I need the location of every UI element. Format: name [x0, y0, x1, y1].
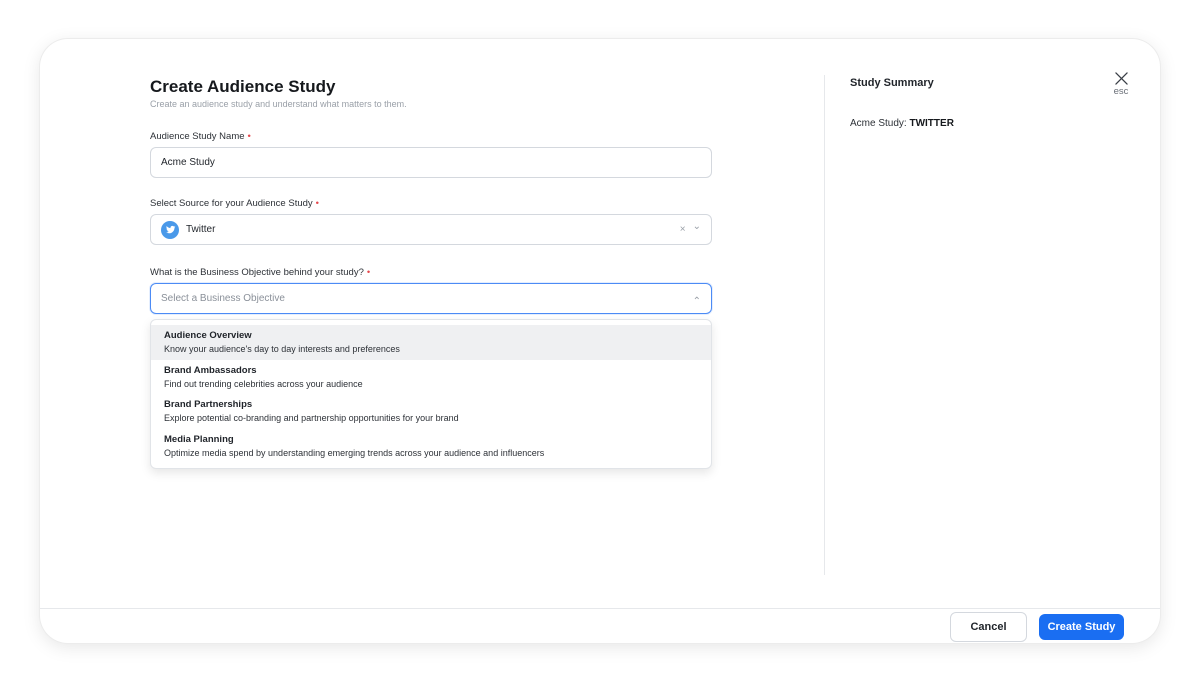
summary-study-source: TWITTER: [909, 118, 954, 129]
study-name-input[interactable]: Acme Study: [150, 147, 712, 178]
option-brand-ambassadors[interactable]: Brand Ambassadors Find out trending cele…: [151, 360, 711, 395]
objective-label: What is the Business Objective behind yo…: [150, 267, 370, 278]
study-name-label-text: Audience Study Name: [150, 131, 245, 142]
clear-icon[interactable]: ×: [680, 224, 686, 235]
study-summary-line: Acme Study: TWITTER: [850, 118, 954, 129]
required-mark: •: [247, 131, 251, 142]
objective-controls: ⌃: [693, 284, 701, 313]
objective-dropdown-menu: Audience Overview Know your audience's d…: [150, 319, 712, 469]
create-study-button[interactable]: Create Study: [1039, 614, 1124, 640]
create-audience-study-modal: Create Audience Study Create an audience…: [40, 39, 1160, 643]
source-label: Select Source for your Audience Study •: [150, 198, 319, 209]
page-title: Create Audience Study: [150, 77, 336, 96]
source-controls: × ⌄: [680, 215, 701, 244]
option-title: Brand Partnerships: [164, 399, 253, 410]
study-name-label: Audience Study Name •: [150, 131, 251, 142]
study-summary-title: Study Summary: [850, 77, 934, 89]
pane-divider: [824, 75, 825, 575]
option-description: Know your audience's day to day interest…: [164, 344, 400, 354]
objective-placeholder: Select a Business Objective: [161, 293, 285, 304]
option-title: Media Planning: [164, 433, 234, 445]
chevron-down-icon[interactable]: ⌄: [693, 221, 701, 232]
option-description: Find out trending celebrities across you…: [164, 378, 363, 389]
required-mark: •: [315, 198, 319, 209]
option-description: Explore potential co-branding and partne…: [164, 413, 459, 423]
source-label-text: Select Source for your Audience Study: [150, 198, 313, 209]
page-subtitle: Create an audience study and understand …: [150, 99, 407, 109]
option-audience-overview[interactable]: Audience Overview Know your audience's d…: [151, 325, 711, 360]
chevron-up-icon[interactable]: ⌃: [693, 296, 701, 307]
option-title: Brand Ambassadors: [164, 364, 257, 376]
cancel-button[interactable]: Cancel: [950, 612, 1027, 642]
objective-label-text: What is the Business Objective behind yo…: [150, 267, 364, 278]
close-icon: [1114, 72, 1128, 85]
option-description: Optimize media spend by understanding em…: [164, 447, 545, 458]
summary-study-name: Acme Study:: [850, 118, 907, 129]
twitter-icon: [161, 220, 179, 239]
option-brand-partnerships[interactable]: Brand Partnerships Explore potential co-…: [151, 394, 711, 429]
option-title: Audience Overview: [164, 330, 252, 341]
option-media-planning[interactable]: Media Planning Optimize media spend by u…: [151, 429, 711, 464]
business-objective-select[interactable]: Select a Business Objective ⌃: [150, 283, 712, 314]
close-button[interactable]: esc: [1108, 72, 1134, 97]
footer-divider: [40, 608, 1160, 609]
required-mark: •: [366, 267, 371, 278]
source-value: Twitter: [186, 224, 216, 235]
source-select[interactable]: Twitter × ⌄: [150, 214, 712, 245]
esc-label: esc: [1113, 86, 1129, 97]
study-name-value: Acme Study: [161, 157, 215, 168]
